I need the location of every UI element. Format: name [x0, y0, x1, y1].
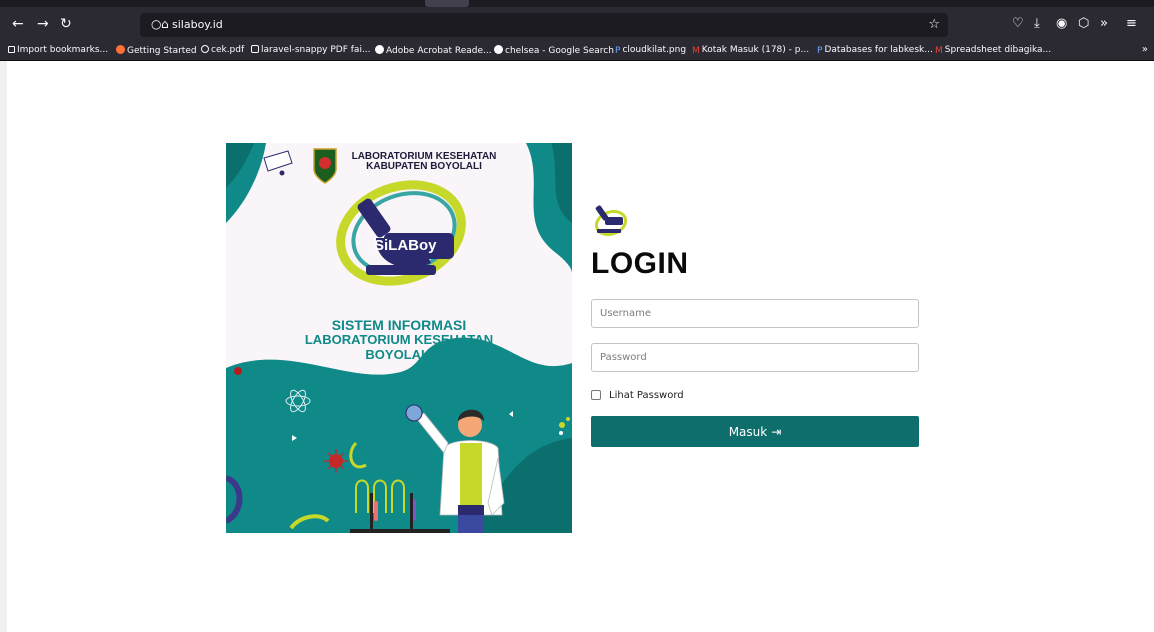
account-icon[interactable]: ◉ [1056, 16, 1067, 31]
bookmark-label: cloudkilat.png [622, 45, 687, 55]
poster-logo-text: SiLABoy [374, 237, 437, 254]
url-text[interactable]: silaboy.id [172, 18, 223, 31]
url-bar[interactable]: ○ ⌂ silaboy.id ☆ [140, 13, 948, 37]
github-icon [251, 45, 259, 53]
poster-header-line2: KABUPATEN BOYOLALI [366, 161, 482, 172]
extensions-icon[interactable]: ⬡ [1078, 16, 1089, 31]
login-title: LOGIN [591, 247, 689, 280]
forward-icon[interactable]: → [37, 17, 49, 31]
page-viewport [7, 61, 1154, 632]
bookmark-label: Getting Started [127, 46, 197, 56]
app-logo-icon [594, 205, 627, 237]
login-button-label: Masuk [728, 424, 768, 439]
overflow-chevron-icon[interactable]: » [1100, 16, 1108, 31]
show-password-checkbox[interactable] [591, 390, 601, 400]
bookmark-label: Spreadsheet dibagika... [944, 45, 1052, 55]
import-icon [8, 46, 15, 53]
tab-strip [0, 0, 1154, 7]
poster-title-line1: SISTEM INFORMASI [331, 317, 467, 333]
bookmark-item[interactable]: Pcloudkilat.png [615, 45, 686, 56]
lock-icon[interactable]: ⌂ [161, 17, 169, 31]
bookmark-star-icon[interactable]: ☆ [928, 17, 940, 32]
password-input[interactable] [591, 343, 919, 372]
bookmark-label: Kotak Masuk (178) - p... [701, 45, 810, 55]
download-icon[interactable]: ⤓ [1034, 16, 1040, 31]
bookmark-label: Adobe Acrobat Reade... [386, 46, 492, 56]
bookmark-item[interactable]: cek.pdf [201, 45, 244, 55]
bookmark-label: Import bookmarks... [17, 45, 109, 55]
bookmark-item[interactable]: chelsea - Google Search [494, 45, 614, 56]
bookmark-item[interactable]: Import bookmarks... [8, 45, 108, 55]
bookmark-label: Databases for labkesk... [824, 45, 933, 55]
bookmark-label: cek.pdf [211, 45, 245, 55]
poster-title-line3: BOYOLALI [365, 347, 433, 362]
firefox-icon [116, 45, 125, 54]
browser-toolbar: ← → ↻ ○ ⌂ silaboy.id ☆ ♡ ⤓ ◉ ⬡ » ≡ [0, 7, 1154, 42]
pocket-icon[interactable]: ♡ [1012, 16, 1024, 31]
bookmark-item[interactable]: laravel-snappy PDF fai... [251, 45, 371, 55]
p-icon: P [615, 46, 621, 56]
p-icon: P [817, 46, 823, 56]
show-password-label[interactable]: Lihat Password [609, 390, 684, 401]
bookmark-item[interactable]: M Spreadsheet dibagika... [935, 45, 1051, 56]
globe-icon [201, 45, 209, 53]
hero-poster: LABORATORIUM KESEHATAN KABUPATEN BOYOLAL… [226, 143, 572, 533]
back-icon[interactable]: ← [12, 17, 24, 31]
bookmark-item[interactable]: M Kotak Masuk (178) - p... [692, 45, 809, 56]
bookmarks-bar: Import bookmarks... Getting Started cek.… [0, 42, 1154, 61]
shield-icon[interactable]: ○ [151, 17, 161, 31]
login-button[interactable]: Masuk ⇥ [591, 416, 919, 447]
menu-icon[interactable]: ≡ [1126, 16, 1137, 31]
bookmark-item[interactable]: P Databases for labkesk... [817, 45, 933, 56]
google-icon [375, 45, 384, 54]
username-input[interactable] [591, 299, 919, 328]
google-icon [494, 45, 503, 54]
bookmark-label: laravel-snappy PDF fai... [261, 45, 371, 55]
bookmark-item[interactable]: Adobe Acrobat Reade... [375, 45, 492, 56]
bookmark-item[interactable]: Getting Started [116, 45, 197, 56]
reload-icon[interactable]: ↻ [60, 17, 72, 31]
bookmark-label: chelsea - Google Search [505, 46, 614, 56]
gmail-icon: M [692, 46, 700, 56]
gmail-icon: M [935, 46, 943, 56]
poster-title-line2: LABORATORIUM KESEHATAN [304, 332, 494, 347]
bookmarks-overflow-icon[interactable]: » [1142, 44, 1148, 55]
sign-in-icon: ⇥ [771, 424, 782, 439]
show-password-row[interactable]: Lihat Password [591, 388, 684, 402]
active-tab[interactable] [425, 0, 469, 7]
